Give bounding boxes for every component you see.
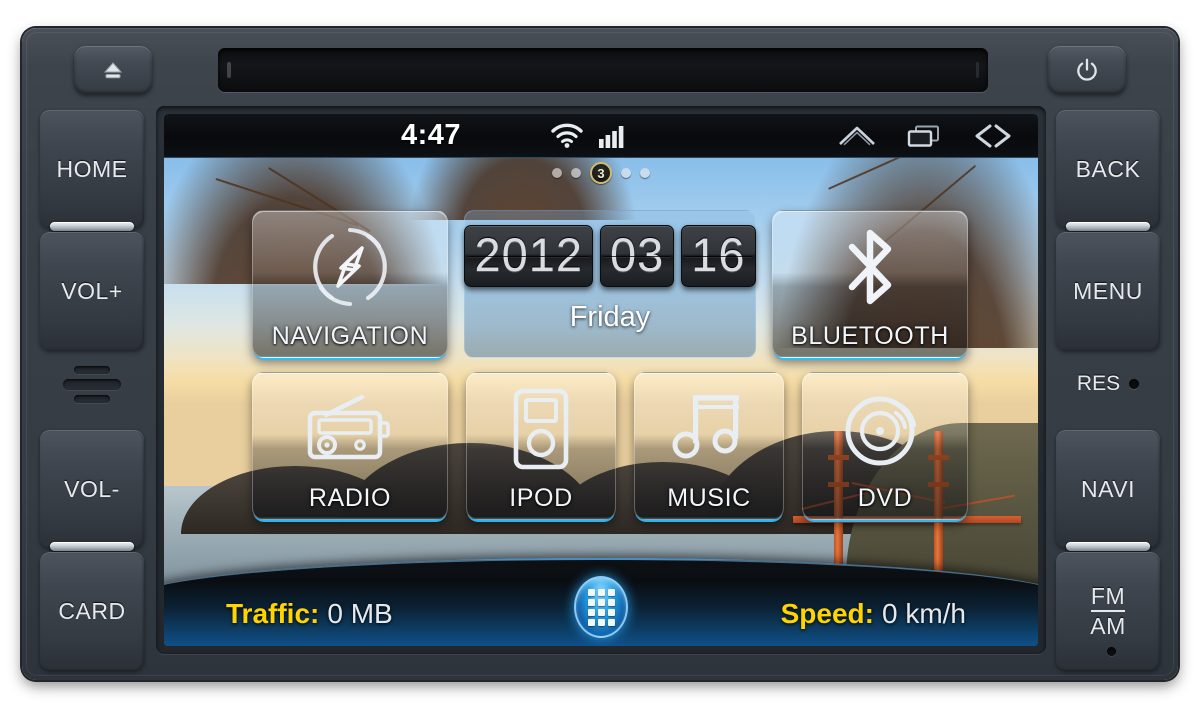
signal-bars-icon	[599, 125, 624, 148]
tile-ipod[interactable]: IPOD	[466, 372, 616, 520]
traffic-status: Traffic: 0 MB	[226, 598, 393, 630]
reset-pinhole[interactable]	[1129, 379, 1140, 389]
fm-label: FM	[1090, 584, 1126, 612]
traffic-label: Traffic:	[226, 598, 320, 629]
cd-disc-slot[interactable]	[218, 48, 988, 92]
right-button-column: BACK MENU RES NAVI FM AM	[1056, 110, 1160, 670]
speed-label: Speed:	[780, 598, 874, 629]
compass-icon	[253, 211, 447, 322]
tile-navigation[interactable]: NAVIGATION	[252, 210, 448, 358]
hardkey-card[interactable]: CARD	[40, 552, 144, 670]
power-icon	[1077, 58, 1097, 81]
date-month: 03	[600, 225, 675, 287]
microphone-hole	[1107, 647, 1116, 656]
tile-label: NAVIGATION	[271, 322, 429, 350]
page-dot-current[interactable]: 3	[590, 162, 612, 184]
page-dot[interactable]	[571, 168, 581, 178]
music-note-icon	[635, 373, 783, 484]
date-widget[interactable]: 2012 03 16 Friday	[464, 210, 756, 358]
bottom-dock: Traffic: 0 MB Speed: 0 km/h	[164, 558, 1038, 646]
eject-icon	[103, 62, 123, 79]
hardkey-menu[interactable]: MENU	[1056, 232, 1160, 350]
reset-row: RES	[1056, 372, 1160, 396]
head-unit-chassis: HOME VOL+ VOL- CARD BACK MENU RES NAVI F…	[22, 28, 1178, 680]
tile-dvd[interactable]: DVD	[802, 372, 968, 520]
tile-label: MUSIC	[667, 484, 751, 512]
vent-slot	[74, 395, 110, 403]
vent-slot	[63, 379, 121, 390]
chrome-accent-strip-2	[50, 542, 134, 551]
chrome-accent-strip-1	[50, 222, 134, 231]
eject-button[interactable]	[74, 46, 152, 94]
tile-label: IPOD	[509, 484, 573, 512]
tile-label: BLUETOOTH	[791, 322, 949, 350]
chrome-accent-strip-4	[1066, 542, 1150, 551]
date-year: 2012	[464, 225, 593, 287]
flip-clock-cards: 2012 03 16	[464, 225, 756, 287]
chrome-accent-strip-3	[1066, 222, 1150, 231]
recent-apps-icon[interactable]	[906, 123, 944, 149]
speed-status: Speed: 0 km/h	[781, 598, 966, 630]
app-grid-icon	[587, 588, 615, 626]
page-dot[interactable]	[552, 168, 562, 178]
am-label: AM	[1090, 612, 1126, 639]
left-button-column: HOME VOL+ VOL- CARD	[40, 110, 144, 670]
back-arrow-icon[interactable]	[974, 123, 1016, 149]
hardkey-home[interactable]: HOME	[40, 110, 144, 228]
tile-label: RADIO	[308, 484, 392, 512]
hardkey-back[interactable]: BACK	[1056, 110, 1160, 228]
tile-bluetooth[interactable]: BLUETOOTH	[772, 210, 968, 358]
touchscreen[interactable]: 4:47 3 NAVIGATION 2012 03 16 Friday BLUE…	[164, 114, 1038, 646]
power-button[interactable]	[1048, 46, 1126, 94]
date-day: 16	[681, 225, 756, 287]
ipod-icon	[467, 373, 615, 484]
android-status-bar: 4:47	[164, 114, 1038, 158]
hardkey-volume-down[interactable]: VOL-	[40, 430, 144, 548]
app-drawer-button[interactable]	[574, 576, 628, 638]
tile-label: DVD	[857, 484, 913, 512]
radio-icon	[253, 373, 447, 484]
reset-label: RES	[1076, 372, 1121, 395]
traffic-value: 0 MB	[327, 598, 393, 629]
page-dot[interactable]	[640, 168, 650, 178]
speaker-vents-left	[62, 366, 122, 408]
top-control-bar	[36, 40, 1164, 102]
vent-slot	[74, 366, 110, 374]
status-connectivity-icons	[550, 123, 628, 149]
hardkey-navi[interactable]: NAVI	[1056, 430, 1160, 548]
date-weekday: Friday	[569, 301, 651, 333]
disc-icon	[803, 373, 967, 484]
wifi-icon	[551, 123, 583, 148]
speed-value: 0 km/h	[881, 598, 966, 629]
tile-music[interactable]: MUSIC	[634, 372, 784, 520]
home-outline-icon[interactable]	[838, 124, 876, 148]
android-navigation-buttons	[838, 123, 1016, 149]
bluetooth-icon	[773, 211, 967, 322]
display-bezel: 4:47 3 NAVIGATION 2012 03 16 Friday BLUE…	[156, 106, 1046, 654]
page-dot[interactable]	[621, 168, 631, 178]
hardkey-volume-up[interactable]: VOL+	[40, 232, 144, 350]
home-page-indicator: 3	[552, 162, 650, 184]
status-clock: 4:47	[400, 119, 462, 151]
tile-radio[interactable]: RADIO	[252, 372, 448, 520]
